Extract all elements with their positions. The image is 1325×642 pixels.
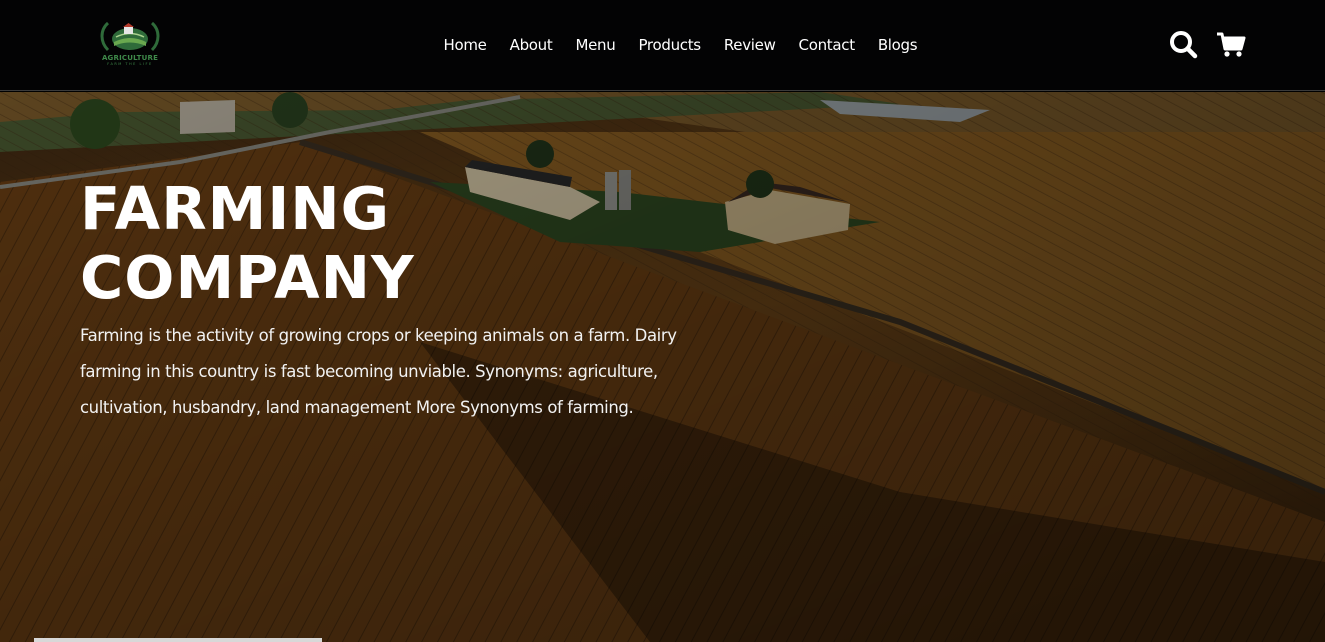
nav-review[interactable]: Review [712, 34, 787, 58]
logo-tagline: FARM THE LIFE [107, 62, 153, 66]
nav-contact[interactable]: Contact [787, 34, 866, 58]
search-icon[interactable] [1168, 28, 1198, 60]
hero-section: FARMING COMPANY Farming is the activity … [0, 92, 1325, 642]
top-navbar: AGRICULTURE FARM THE LIFE Home About Men… [0, 0, 1325, 91]
logo-name: AGRICULTURE [101, 54, 159, 62]
hero-title-line1: FARMING [80, 174, 391, 243]
main-nav: Home About Menu Products Review Contact … [432, 34, 929, 58]
hero-scroll-indicator [34, 638, 322, 642]
nav-home[interactable]: Home [432, 34, 498, 58]
header-actions [1168, 28, 1246, 60]
hero-title: FARMING COMPANY [80, 174, 680, 312]
hero-description: Farming is the activity of growing crops… [80, 326, 677, 417]
hero-title-line2: COMPANY [80, 243, 415, 312]
shopping-cart-icon[interactable] [1216, 28, 1246, 60]
nav-about[interactable]: About [498, 34, 564, 58]
farm-wreath-logo-icon [100, 21, 160, 52]
nav-products[interactable]: Products [627, 34, 712, 58]
nav-blogs[interactable]: Blogs [866, 34, 928, 58]
nav-menu[interactable]: Menu [564, 34, 627, 58]
agriculture-logo[interactable]: AGRICULTURE FARM THE LIFE [96, 20, 164, 68]
